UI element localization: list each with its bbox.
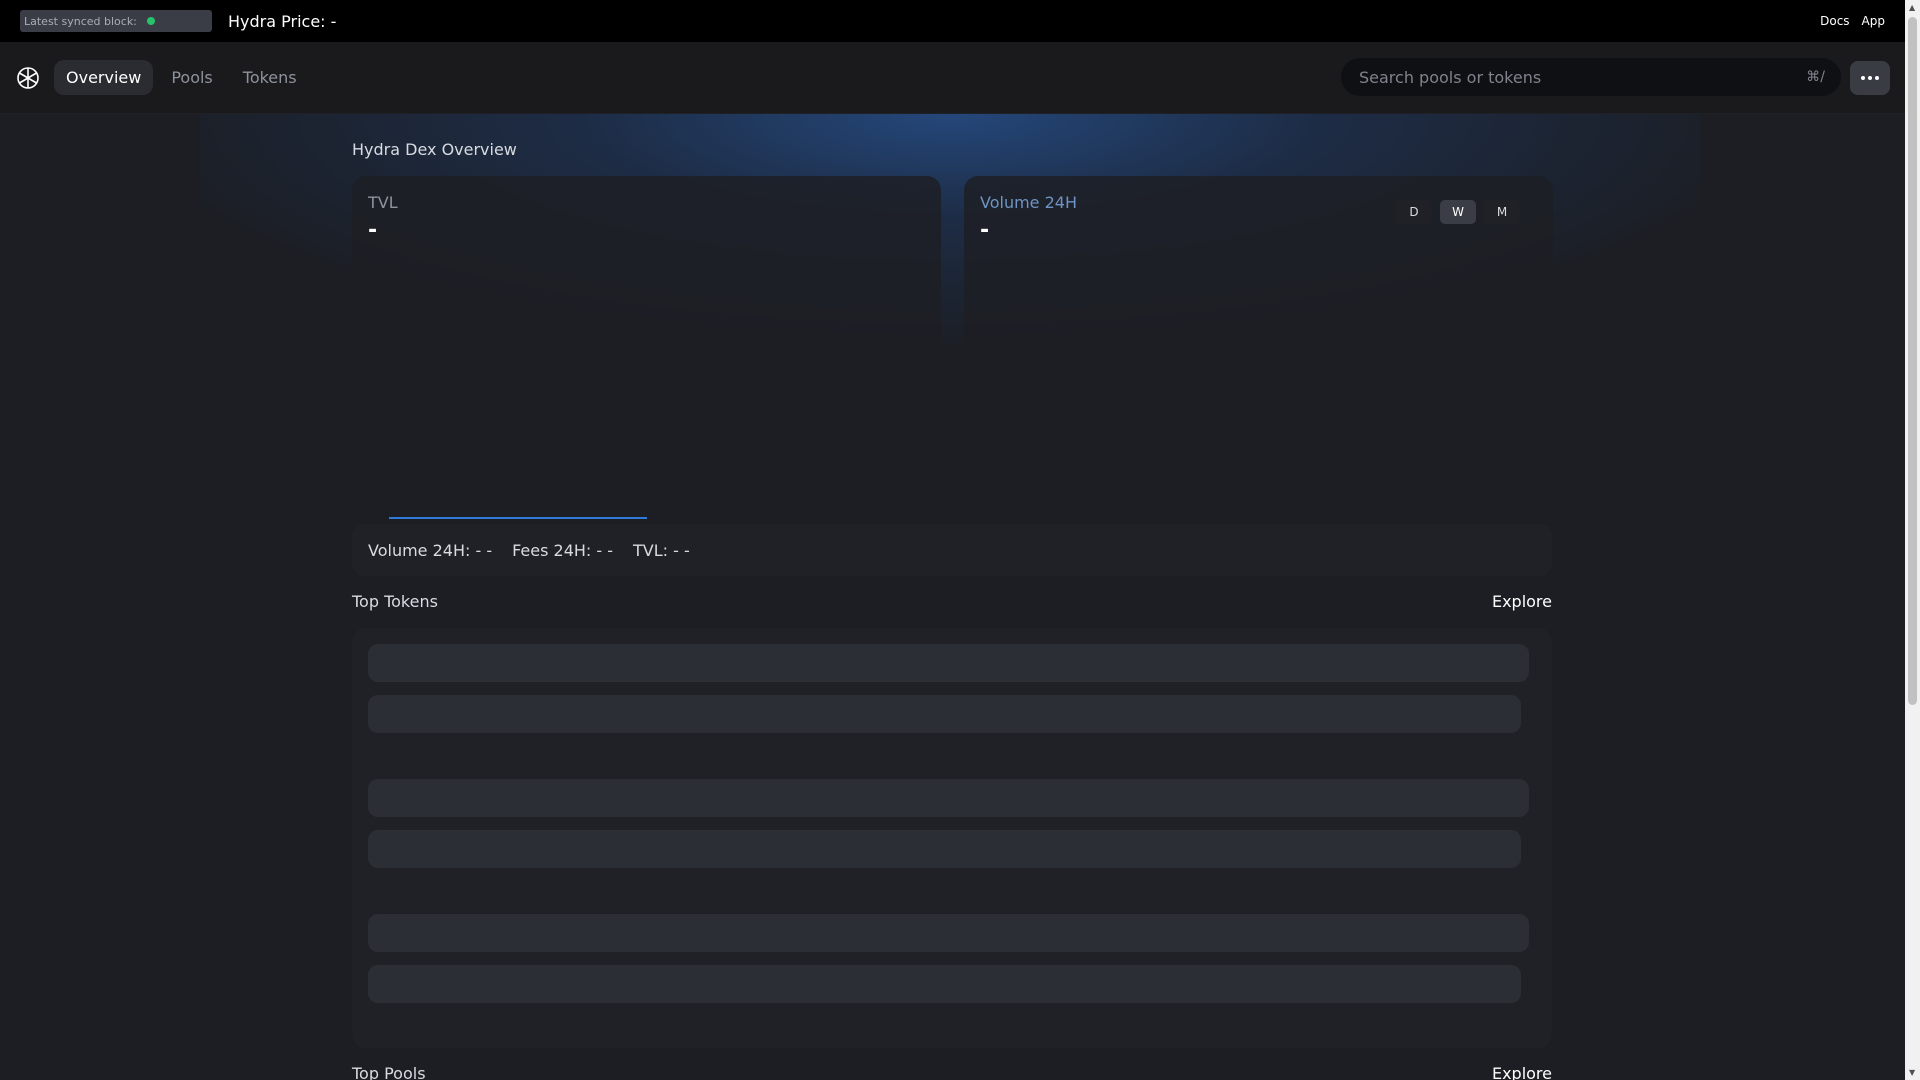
range-week-button[interactable]: W [1440,200,1476,224]
app-link[interactable]: App [1862,14,1885,28]
volume-chart-card: Volume 24H - D W M 182416171716151616222… [964,176,1553,540]
tab-tokens[interactable]: Tokens [231,60,309,95]
search-shortcut: ⌘/ [1806,69,1825,85]
volume-label: Volume 24H [980,193,1077,212]
tvl-value: - [368,218,378,243]
range-toggle: D W M [1396,200,1520,224]
scroll-down-arrow-icon[interactable]: ▼ [1909,1068,1915,1077]
top-status-bar: Latest synced block: Hydra Price: - Docs… [0,0,1905,42]
sync-label: Latest synced block: [24,14,137,28]
top-tokens-explore-link[interactable]: Explore [1492,592,1552,611]
top-tokens-title: Top Tokens [352,592,438,611]
search-bar: ⌘/ [1341,58,1841,96]
sync-status-dot [146,17,155,25]
top-pools-explore-link[interactable]: Explore [1492,1064,1552,1080]
hydra-logo-icon[interactable] [16,66,40,90]
skeleton-row [368,779,1529,817]
range-day-button[interactable]: D [1396,200,1432,224]
top-tokens-table [352,628,1552,1048]
hydra-price: Hydra Price: - [228,11,337,31]
skeleton-row [368,830,1521,868]
skeleton-row [368,644,1529,682]
stat-tvl: TVL: - - [633,540,690,560]
volume-value: - [980,218,990,243]
more-options-button[interactable] [1850,61,1890,95]
more-horizontal-icon [1861,76,1865,80]
stat-volume: Volume 24H: - - [368,540,493,560]
stat-fees: Fees 24H: - - [512,540,614,560]
main-nav: Overview Pools Tokens ⌘/ [0,42,1905,114]
docs-link[interactable]: Docs [1820,14,1849,28]
search-input[interactable] [1359,67,1807,87]
tvl-label: TVL [368,193,398,212]
range-month-button[interactable]: M [1484,200,1520,224]
stats-bar: Volume 24H: - - Fees 24H: - - TVL: - - [352,524,1552,576]
skeleton-row [368,914,1529,952]
tvl-chart-line [389,517,647,519]
page-scrollbar[interactable]: ▲ ▼ [1905,0,1920,1080]
skeleton-row [368,965,1521,1003]
tab-overview[interactable]: Overview [54,60,154,95]
skeleton-row [368,695,1521,733]
scroll-thumb[interactable] [1908,17,1917,705]
page-title: Hydra Dex Overview [352,140,517,159]
sync-status-box: Latest synced block: [20,10,212,32]
tab-pools[interactable]: Pools [159,60,224,95]
scroll-up-arrow-icon[interactable]: ▲ [1909,3,1915,12]
top-pools-title: Top Pools [352,1064,426,1080]
tvl-chart-card: TVL - 2123212221232121232122212321232627 [352,176,941,540]
